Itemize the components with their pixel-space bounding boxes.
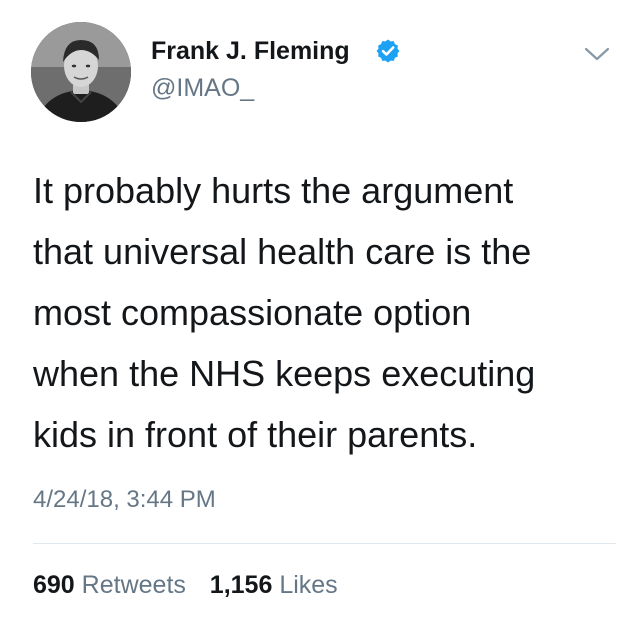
retweets-label: Retweets	[81, 571, 186, 599]
avatar-photo	[31, 22, 131, 122]
retweets-stat[interactable]: 690 Retweets	[33, 571, 193, 599]
divider	[33, 543, 616, 544]
tweet-text-line: kids in front of their parents.	[33, 414, 478, 455]
tweet-stats: 690 Retweets 1,156 Likes	[33, 570, 338, 600]
verified-badge-icon	[375, 38, 401, 64]
likes-count: 1,156	[209, 571, 273, 599]
tweet-card: Frank J. Fleming @IMAO_ It probably hurt…	[0, 0, 620, 625]
author-handle[interactable]: @IMAO_	[151, 73, 254, 103]
likes-stat[interactable]: 1,156 Likes	[210, 571, 338, 599]
chevron-down-icon[interactable]	[582, 44, 612, 64]
retweets-count: 690	[33, 571, 75, 599]
avatar[interactable]	[31, 22, 131, 122]
tweet-timestamp[interactable]: 4/24/18, 3:44 PM	[33, 485, 216, 515]
author-name[interactable]: Frank J. Fleming	[151, 36, 350, 66]
tweet-text-line: most compassionate option	[33, 292, 472, 333]
tweet-text-line: It probably hurts the argument	[33, 170, 514, 211]
likes-label: Likes	[279, 571, 338, 599]
tweet-text-line: that universal health care is the	[33, 231, 532, 272]
tweet-text: It probably hurts the argument that univ…	[33, 160, 593, 465]
tweet-text-line: when the NHS keeps executing	[33, 353, 536, 394]
